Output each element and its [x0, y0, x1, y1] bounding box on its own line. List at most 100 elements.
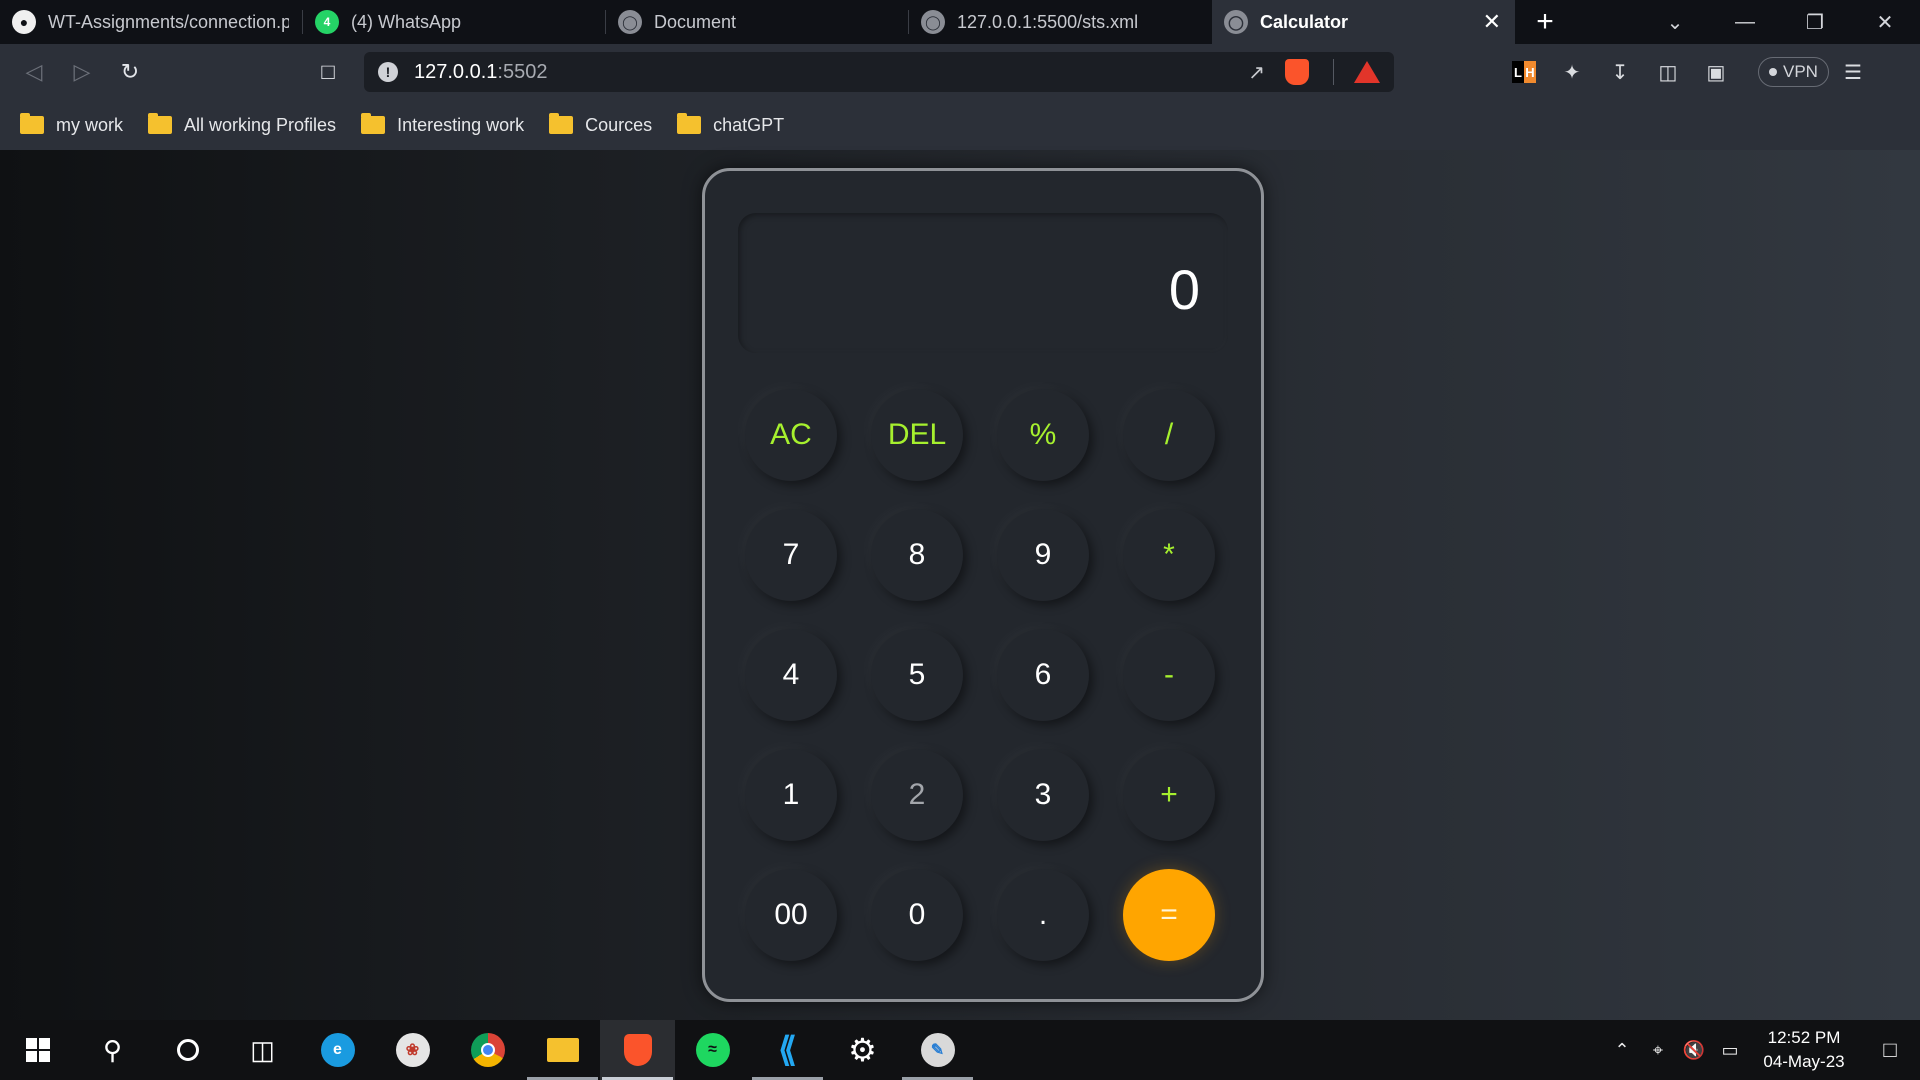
- key-multiply[interactable]: *: [1123, 509, 1215, 601]
- chevron-up-icon[interactable]: ⌃: [1604, 1040, 1640, 1061]
- key-1[interactable]: 1: [745, 749, 837, 841]
- folder-icon: [677, 113, 702, 134]
- reload-button[interactable]: ↻: [106, 52, 154, 92]
- clock[interactable]: 12:52 PM 04-May-23: [1748, 1026, 1860, 1074]
- extensions-puzzle-icon[interactable]: ✦: [1548, 60, 1596, 85]
- key-2[interactable]: 2: [871, 749, 963, 841]
- volume-muted-icon[interactable]: 🔇: [1676, 1040, 1712, 1061]
- brave-rewards-icon[interactable]: [1354, 61, 1380, 83]
- extension-lh-icon[interactable]: L H: [1500, 61, 1548, 83]
- key-plus[interactable]: +: [1123, 749, 1215, 841]
- vpn-status-dot: [1769, 68, 1777, 76]
- close-window-button[interactable]: ✕: [1850, 0, 1920, 44]
- taskbar-file-explorer[interactable]: [525, 1020, 600, 1080]
- bookmark-icon[interactable]: □: [304, 52, 352, 92]
- minimize-button[interactable]: —: [1710, 0, 1780, 44]
- key-delete[interactable]: DEL: [871, 389, 963, 481]
- lh-badge: L H: [1512, 61, 1536, 83]
- forward-button[interactable]: ▷: [58, 52, 106, 92]
- new-tab-button[interactable]: +: [1515, 0, 1575, 44]
- key-double-zero[interactable]: 00: [745, 869, 837, 961]
- globe-icon: ◯: [618, 10, 642, 34]
- taskbar-edge[interactable]: e: [300, 1020, 375, 1080]
- bookmark-label: Interesting work: [397, 114, 525, 135]
- taskbar-settings[interactable]: ⚙: [825, 1020, 900, 1080]
- key-equals[interactable]: =: [1123, 869, 1215, 961]
- tab-sts-xml[interactable]: ◯ 127.0.0.1:5500/sts.xml: [909, 0, 1212, 44]
- key-decimal[interactable]: .: [997, 869, 1089, 961]
- download-icon[interactable]: ↧: [1596, 60, 1644, 85]
- file-explorer-icon: [546, 1038, 579, 1062]
- key-7[interactable]: 7: [745, 509, 837, 601]
- tab-label: WT-Assignments/connection.p: [48, 11, 289, 32]
- share-icon[interactable]: ↗: [1248, 60, 1265, 85]
- tab-calculator[interactable]: ◯ Calculator ✕: [1212, 0, 1515, 44]
- key-percent[interactable]: %: [997, 389, 1089, 481]
- toolbar-right: L H ✦ ↧ ◫ ▣ VPN ☰: [1500, 57, 1877, 87]
- address-bar[interactable]: ! 127.0.0.1 :5502 ↗: [364, 52, 1394, 92]
- browser-toolbar: ◁ ▷ ↻ □ ! 127.0.0.1 :5502 ↗ L H ✦ ↧ ◫ ▣ …: [0, 44, 1920, 100]
- key-3[interactable]: 3: [997, 749, 1089, 841]
- bookmark-label: Cources: [585, 114, 653, 135]
- menu-icon[interactable]: ☰: [1829, 60, 1877, 85]
- bookmark-folder-my-work[interactable]: my work: [20, 113, 123, 136]
- vpn-button[interactable]: VPN: [1758, 57, 1829, 87]
- start-button[interactable]: [0, 1020, 75, 1080]
- close-tab-icon[interactable]: ✕: [1483, 9, 1501, 35]
- palette-icon: ✎: [920, 1033, 955, 1067]
- clock-time: 12:52 PM: [1767, 1028, 1841, 1047]
- search-icon[interactable]: ⚲: [75, 1020, 150, 1080]
- key-4[interactable]: 4: [745, 629, 837, 721]
- key-5[interactable]: 5: [871, 629, 963, 721]
- back-button[interactable]: ◁: [10, 52, 58, 92]
- calculator: 0 AC DEL % / 7 8 9 * 4 5 6 - 1 2 3 + 00 …: [702, 168, 1264, 1002]
- taskbar-paint-brush-app[interactable]: ✎: [900, 1020, 975, 1080]
- key-6[interactable]: 6: [997, 629, 1089, 721]
- key-divide[interactable]: /: [1123, 389, 1215, 481]
- network-icon[interactable]: ⌖: [1640, 1040, 1676, 1061]
- notification-icon[interactable]: □: [1860, 1037, 1920, 1063]
- tab-wt-assignments[interactable]: ● WT-Assignments/connection.p: [0, 0, 303, 44]
- bookmark-label: chatGPT: [713, 114, 785, 135]
- url-host: 127.0.0.1: [414, 60, 498, 83]
- tab-label: 127.0.0.1:5500/sts.xml: [957, 11, 1139, 32]
- tab-strip: ● WT-Assignments/connection.p 4 (4) What…: [0, 0, 1920, 44]
- bookmark-folder-all-working-profiles[interactable]: All working Profiles: [148, 113, 337, 136]
- key-8[interactable]: 8: [871, 509, 963, 601]
- taskbar-brave[interactable]: [600, 1020, 675, 1080]
- bookmark-label: my work: [56, 114, 123, 135]
- vpn-label: VPN: [1783, 62, 1818, 81]
- wallet-icon[interactable]: ▣: [1692, 60, 1740, 85]
- task-view-icon[interactable]: ◫: [225, 1020, 300, 1080]
- windows-logo-icon: [25, 1038, 50, 1062]
- key-9[interactable]: 9: [997, 509, 1089, 601]
- site-info-icon[interactable]: !: [378, 62, 398, 82]
- cortana-button[interactable]: [150, 1020, 225, 1080]
- brave-shields-icon[interactable]: [1285, 59, 1309, 85]
- key-minus[interactable]: -: [1123, 629, 1215, 721]
- sidebar-icon[interactable]: ◫: [1644, 60, 1692, 85]
- tab-search-icon[interactable]: ⌄: [1640, 0, 1710, 44]
- spotify-icon: ≈: [695, 1033, 730, 1067]
- folder-icon: [549, 113, 574, 134]
- brave-icon: [623, 1034, 652, 1066]
- battery-icon[interactable]: ▭: [1712, 1040, 1748, 1061]
- bookmarks-bar: my work All working Profiles Interesting…: [0, 100, 1920, 150]
- key-0[interactable]: 0: [871, 869, 963, 961]
- key-all-clear[interactable]: AC: [745, 389, 837, 481]
- paint-icon: ❀: [395, 1033, 430, 1067]
- lh-badge-right: H: [1524, 61, 1536, 83]
- taskbar-paint-app[interactable]: ❀: [375, 1020, 450, 1080]
- tab-document[interactable]: ◯ Document: [606, 0, 909, 44]
- bookmark-folder-chatgpt[interactable]: chatGPT: [677, 113, 785, 136]
- restore-button[interactable]: ❐: [1780, 0, 1850, 44]
- taskbar-vscode[interactable]: ⟪: [750, 1020, 825, 1080]
- taskbar-spotify[interactable]: ≈: [675, 1020, 750, 1080]
- folder-icon: [20, 113, 44, 134]
- bookmark-folder-interesting-work[interactable]: Interesting work: [361, 113, 525, 136]
- globe-icon: ◯: [1224, 10, 1248, 34]
- bookmark-label: All working Profiles: [184, 114, 337, 135]
- taskbar-chrome[interactable]: [450, 1020, 525, 1080]
- bookmark-folder-cources[interactable]: Cources: [549, 113, 653, 136]
- tab-whatsapp[interactable]: 4 (4) WhatsApp: [303, 0, 606, 44]
